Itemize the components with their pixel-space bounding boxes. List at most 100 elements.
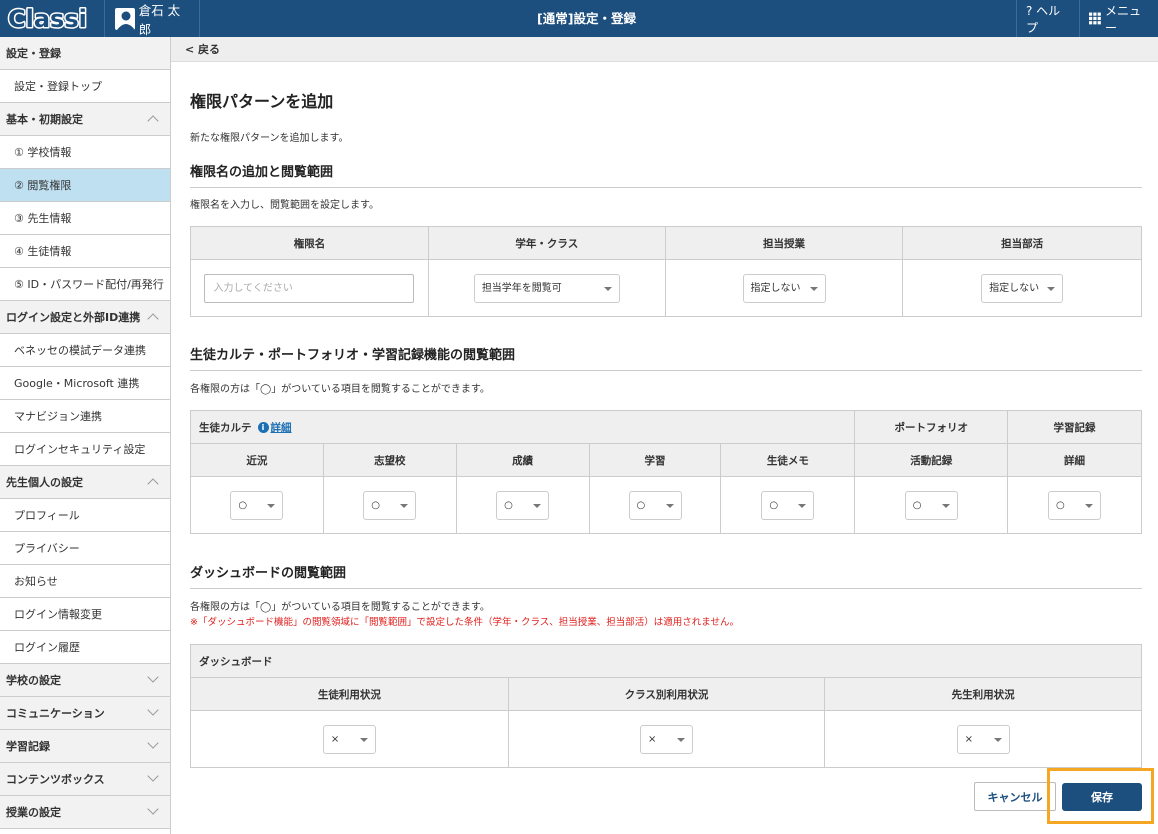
class-select[interactable]: 指定しない [742, 273, 826, 303]
sidebar-section[interactable]: コミュニケーション [0, 697, 170, 730]
sidebar-item[interactable]: Google・Microsoft 連携 [0, 367, 170, 400]
cell: ○ [720, 476, 856, 534]
svg-text:Classi: Classi [8, 5, 87, 33]
sidebar-item[interactable]: ① 学校情報 [0, 136, 170, 169]
student-memo-select[interactable]: ○ [761, 490, 815, 520]
avatar-icon [115, 7, 135, 30]
help-label: ? ヘルプ [1026, 3, 1061, 35]
grades-select[interactable]: ○ [496, 490, 550, 520]
chevron-down-icon [147, 671, 159, 683]
recent-select[interactable]: ○ [230, 490, 284, 520]
activity-select[interactable]: ○ [904, 490, 958, 520]
col-header: 学習 [588, 443, 722, 477]
sidebar-section[interactable]: 学校の設定 [0, 664, 170, 697]
teacher-usage-select[interactable]: × [956, 724, 1010, 754]
sidebar-item[interactable]: ログイン履歴 [0, 631, 170, 664]
sidebar-section[interactable]: コンテンツボックス [0, 763, 170, 796]
chevron-up-icon [147, 115, 159, 127]
highlight-box [1047, 768, 1154, 824]
section-desc-dashboard: 各権限の方は「◯」がついている項目を閲覧することができます。 [190, 602, 490, 613]
page-header-title: [通常]設定・登録 [537, 11, 636, 26]
cell: 指定しない [664, 259, 904, 317]
page-title: 権限パターンを追加 [190, 92, 334, 111]
sidebar-section[interactable]: 設定・登録 [0, 37, 170, 70]
main-content: < 戻る 権限パターンを追加 新たな権限パターンを追加します。 権限名の追加と閲… [171, 37, 1158, 834]
grid-icon [1089, 12, 1101, 25]
sidebar-item-label: プロフィール [14, 509, 80, 522]
cancel-button[interactable]: キャンセル [974, 782, 1056, 811]
sidebar-item[interactable]: ログイン情報変更 [0, 598, 170, 631]
permission-table: 権限名 学年・クラス 担当授業 担当部活 入力してください 担当学年を閲覧可 指… [190, 226, 1142, 317]
chevron-down-icon [147, 803, 159, 815]
cell: ○ [455, 476, 590, 534]
sidebar-item-label: ② 閲覧権限 [14, 179, 72, 192]
cell: × [824, 710, 1142, 768]
dashboard-note: ※「ダッシュボード機能」の閲覧領域に「閲覧範囲」で設定した条件（学年・クラス、担… [190, 617, 739, 628]
sidebar-section[interactable]: 授業の設定 [0, 796, 170, 829]
col-header: 先生利用状況 [824, 677, 1142, 711]
sidebar-section[interactable]: ログイン設定と外部ID連携 [0, 301, 170, 334]
sidebar-item-label: 設定・登録 [6, 47, 61, 60]
sidebar-item[interactable]: お知らせ [0, 565, 170, 598]
chevron-up-icon [147, 478, 159, 490]
sidebar-item[interactable]: ⑤ ID・パスワード配付/再発行 [0, 268, 170, 301]
help-button[interactable]: ? ヘルプ [1016, 0, 1079, 37]
sidebar-section[interactable]: 先生個人の設定 [0, 466, 170, 499]
study-select[interactable]: ○ [628, 490, 682, 520]
sidebar-item[interactable]: ログインセキュリティ設定 [0, 433, 170, 466]
sidebar-item-label: ログイン情報変更 [14, 608, 102, 621]
sidebar-item[interactable]: マナビジョン連携 [0, 400, 170, 433]
user-name: 倉石 太郎 [138, 2, 181, 37]
user-menu[interactable]: 倉石 太郎 [104, 0, 200, 37]
aspiration-select[interactable]: ○ [363, 490, 417, 520]
chevron-down-icon [147, 704, 159, 716]
app-header: Classi Classi 倉石 太郎 [通常]設定・登録 ? ヘルプ メニュー [0, 0, 1158, 37]
sidebar-item-label: ログイン設定と外部ID連携 [6, 311, 141, 324]
sidebar-item[interactable]: 設定・登録トップ [0, 70, 170, 103]
sidebar-section[interactable]: 基本・初期設定 [0, 103, 170, 136]
col-header: 成績 [455, 443, 590, 477]
sidebar-item-label: お知らせ [14, 575, 58, 588]
club-select[interactable]: 指定しない [981, 273, 1064, 303]
cell: × [507, 710, 826, 768]
menu-button[interactable]: メニュー [1079, 0, 1158, 37]
sidebar-item[interactable]: ③ 先生情報 [0, 202, 170, 235]
sidebar-item-label: 学校の設定 [6, 674, 61, 687]
section-desc-karte: 各権限の方は「◯」がついている項目を閲覧することができます。 [190, 384, 490, 395]
sidebar-item-label: ③ 先生情報 [14, 212, 72, 225]
sidebar-item-label: プライバシー [14, 542, 80, 555]
sidebar-item[interactable]: ベネッセの模試データ連携 [0, 334, 170, 367]
sidebar-item-label: 学習記録 [6, 740, 50, 753]
cell: ○ [588, 476, 722, 534]
sidebar-item[interactable]: プロフィール [0, 499, 170, 532]
sidebar-item-label: Google・Microsoft 連携 [14, 377, 140, 390]
sidebar-item-label: コミュニケーション [6, 707, 105, 720]
permission-name-input[interactable]: 入力してください [204, 273, 415, 303]
sidebar-item[interactable]: ② 閲覧権限 [0, 169, 170, 202]
section-heading-permission: 権限名の追加と閲覧範囲 [190, 161, 1142, 188]
sidebar-item-label: マナビジョン連携 [14, 410, 102, 423]
record-detail-select[interactable]: ○ [1048, 490, 1102, 520]
sidebar-section[interactable]: 学習記録 [0, 730, 170, 763]
classi-logo[interactable]: Classi Classi [6, 3, 94, 34]
cell: × [190, 710, 509, 768]
col-header: 学年・クラス [427, 226, 666, 260]
back-link[interactable]: < 戻る [171, 37, 1158, 62]
sidebar-item[interactable]: プライバシー [0, 532, 170, 565]
col-header: 詳細 [1007, 443, 1142, 477]
group-header-portfolio: ポートフォリオ [854, 410, 1009, 444]
group-header-record: 学習記録 [1007, 410, 1142, 444]
class-usage-select[interactable]: × [639, 724, 693, 754]
detail-link[interactable]: 詳細 [271, 422, 292, 434]
sidebar-item[interactable]: ④ 生徒情報 [0, 235, 170, 268]
student-usage-select[interactable]: × [322, 724, 376, 754]
sidebar-item-label: ⑤ ID・パスワード配付/再発行 [14, 278, 164, 291]
group-karte-label: 生徒カルテ [199, 421, 252, 434]
grade-class-select[interactable]: 担当学年を閲覧可 [473, 273, 620, 303]
sidebar-item-label: ログイン履歴 [14, 641, 80, 654]
dashboard-table: ダッシュボード 生徒利用状況 クラス別利用状況 先生利用状況 × × × [190, 644, 1142, 768]
col-header: クラス別利用状況 [507, 677, 826, 711]
sidebar-item-label: 先生個人の設定 [6, 476, 83, 489]
sidebar-item-label: ① 学校情報 [14, 146, 72, 159]
sidebar-item-label: ④ 生徒情報 [14, 245, 72, 258]
